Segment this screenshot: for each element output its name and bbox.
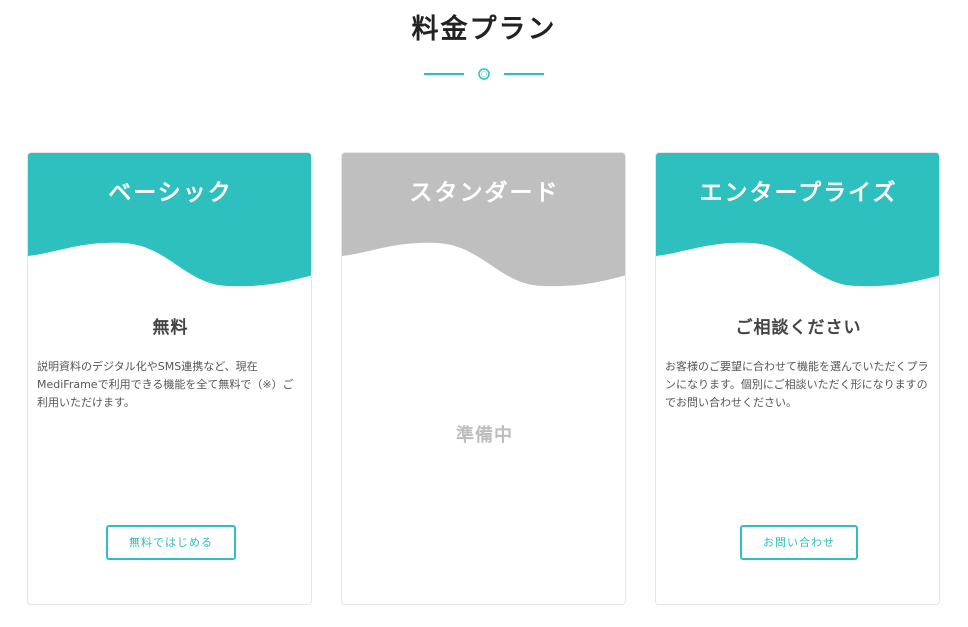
plan-card-basic: ベーシック 無料 説明資料のデジタル化やSMS連携など、現在MediFrameで… [27,152,312,605]
plan-name: エンタープライズ [699,180,898,206]
plan-card-header: エンタープライズ [656,153,939,293]
plan-name: スタンダード [409,180,560,206]
plan-price: 無料 [152,318,189,338]
plan-name: ベーシック [108,180,233,206]
wave-header-shape [342,153,625,287]
plan-card-header: スタンダード [342,153,625,293]
plan-card-header: ベーシック [28,153,311,293]
plan-status: 準備中 [456,425,513,446]
plan-description: お客様のご要望に合わせて機能を選んでいただくプランになります。個別にご相談いただ… [665,360,929,409]
plan-description: 説明資料のデジタル化やSMS連携など、現在MediFrameで利用できる機能を全… [37,360,294,409]
wave-header-shape [28,153,311,287]
plan-card-enterprise: エンタープライズ ご相談ください お客様のご要望に合わせて機能を選んでいただくプ… [655,152,940,605]
contact-button[interactable]: お問い合わせ [740,525,858,560]
start-free-button[interactable]: 無料ではじめる [106,525,236,560]
wave-header-shape [656,153,939,287]
page-title: 料金プラン [411,14,557,45]
plan-card-standard: スタンダード 準備中 [341,152,626,605]
plan-price: ご相談ください [735,318,862,338]
title-divider-ornament [424,68,544,80]
